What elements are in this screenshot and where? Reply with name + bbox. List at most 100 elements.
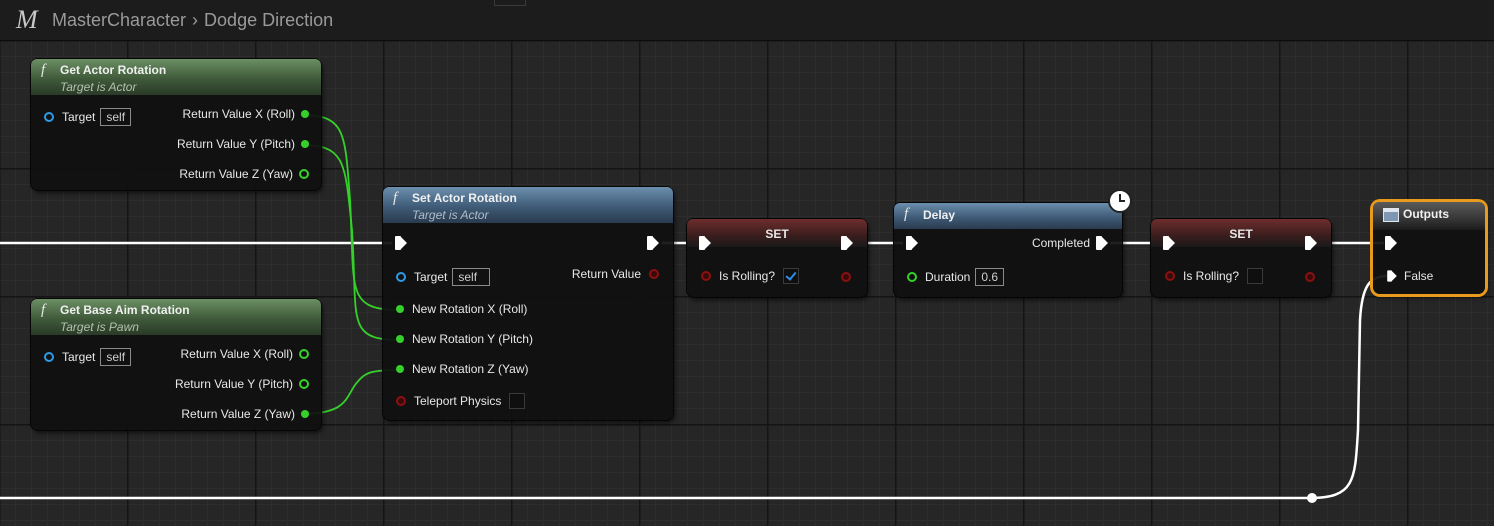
pin-label: False: [1404, 269, 1434, 283]
pin-label: New Rotation Y (Pitch): [412, 332, 533, 346]
clock-icon: [1108, 189, 1132, 213]
pin-label: Return Value Z (Yaw): [179, 167, 293, 181]
function-icon: f: [41, 302, 46, 318]
bool-pin-icon[interactable]: [701, 271, 711, 281]
pin-label: Is Rolling?: [719, 269, 776, 283]
node-header: f Get Actor Rotation Target is Actor: [31, 59, 321, 95]
node-delay[interactable]: f Delay Completed Duration 0.6: [894, 189, 1132, 297]
pin-label: Is Rolling?: [1183, 269, 1240, 283]
float-pin-icon[interactable]: [907, 272, 917, 282]
node-outputs[interactable]: Outputs False: [1373, 202, 1485, 294]
pin-row-is-rolling: Is Rolling?: [701, 266, 800, 286]
exec-in-pin-icon[interactable]: [906, 236, 918, 250]
pin-label: New Rotation Z (Yaw): [412, 362, 529, 376]
float-pin-icon[interactable]: [396, 335, 404, 343]
pin-row-duration: Duration 0.6: [907, 267, 1005, 287]
duration-value[interactable]: 0.6: [975, 268, 1005, 286]
pin-label: Return Value X (Roll): [182, 107, 296, 121]
pin-label: New Rotation X (Roll): [412, 302, 528, 316]
node-title: Set Actor Rotation: [412, 191, 517, 205]
pin-label: Return Value Z (Yaw): [181, 407, 295, 421]
float-pin-icon[interactable]: [396, 305, 404, 313]
pin-row-teleport: Teleport Physics: [396, 391, 526, 411]
exec-out-pin-icon[interactable]: [1305, 236, 1317, 250]
pin-row-pitch: Return Value Y (Pitch): [175, 374, 309, 394]
node-title: SET: [765, 227, 789, 241]
pin-label: Return Value Y (Pitch): [176, 137, 295, 151]
target-value[interactable]: self: [100, 108, 132, 126]
node-subtitle: Target is Actor: [412, 208, 489, 222]
function-icon: f: [41, 62, 46, 78]
pin-row-yaw: Return Value Z (Yaw): [179, 164, 309, 184]
object-pin-icon[interactable]: [396, 272, 406, 282]
pin-row-completed: Completed: [1032, 233, 1108, 253]
node-header: f Delay: [894, 203, 1122, 229]
pin-row-yaw: Return Value Z (Yaw): [181, 404, 309, 424]
reroute-knot: [1307, 493, 1317, 503]
pin-row-pitch: Return Value Y (Pitch): [177, 134, 309, 154]
float-pin-icon[interactable]: [299, 349, 309, 359]
pin-row-new-yaw: New Rotation Z (Yaw): [396, 359, 528, 379]
node-get-base-aim-rotation[interactable]: f Get Base Aim Rotation Target is Pawn T…: [31, 299, 321, 430]
bool-pin-icon[interactable]: [396, 396, 406, 406]
pin-label: Target: [62, 110, 96, 124]
node-header: f Get Base Aim Rotation Target is Pawn: [31, 299, 321, 335]
object-pin-icon[interactable]: [44, 352, 54, 362]
node-title: SET: [1229, 227, 1253, 241]
pin-row-target: Target self: [44, 347, 132, 367]
node-title: Get Base Aim Rotation: [60, 303, 190, 317]
pin-row-new-pitch: New Rotation Y (Pitch): [396, 329, 533, 349]
is-rolling-checkbox[interactable]: [1247, 268, 1264, 284]
target-value[interactable]: self: [452, 268, 491, 286]
is-rolling-checkbox[interactable]: [783, 268, 800, 284]
pin-row-target: Target self: [44, 107, 132, 127]
exec-out-pin-icon[interactable]: [647, 236, 659, 250]
bool-pin-icon[interactable]: [1165, 271, 1175, 281]
bool-pin-icon[interactable]: [649, 269, 659, 279]
exec-out-pin-icon[interactable]: [1096, 236, 1108, 250]
pin-label: Teleport Physics: [414, 394, 502, 408]
bool-in-pin-icon[interactable]: [1387, 270, 1397, 282]
pin-label: Target: [62, 350, 96, 364]
pin-row-return: Return Value: [572, 264, 659, 284]
target-value[interactable]: self: [100, 348, 132, 366]
float-pin-icon[interactable]: [299, 379, 309, 389]
node-subtitle: Target is Actor: [60, 80, 137, 94]
node-set-is-rolling-true[interactable]: SET Is Rolling?: [687, 219, 867, 297]
node-set-actor-rotation[interactable]: f Set Actor Rotation Target is Actor Tar…: [383, 187, 673, 420]
pin-label: Return Value Y (Pitch): [174, 377, 293, 391]
node-set-is-rolling-false[interactable]: SET Is Rolling?: [1151, 219, 1331, 297]
exec-out-pin-icon[interactable]: [841, 236, 853, 250]
node-title: Delay: [923, 208, 956, 222]
object-pin-icon[interactable]: [44, 112, 54, 122]
node-get-actor-rotation[interactable]: f Get Actor Rotation Target is Actor Tar…: [31, 59, 321, 190]
float-pin-icon[interactable]: [299, 169, 309, 179]
exec-in-pin-icon[interactable]: [395, 236, 407, 250]
pin-row-target: Target self: [396, 267, 491, 287]
function-icon: f: [393, 190, 398, 206]
bool-out-pin-icon[interactable]: [841, 272, 851, 282]
pin-row-is-rolling: Is Rolling?: [1165, 266, 1264, 286]
node-header: f Set Actor Rotation Target is Actor: [383, 187, 673, 223]
pin-label: Target: [414, 270, 448, 284]
float-pin-icon[interactable]: [301, 140, 309, 148]
window-icon: [1383, 208, 1399, 222]
node-title: Outputs: [1403, 207, 1449, 221]
pin-row-false: False: [1386, 266, 1433, 286]
exec-in-pin-icon[interactable]: [1385, 236, 1397, 250]
exec-in-pin-icon[interactable]: [1163, 236, 1175, 250]
float-pin-icon[interactable]: [396, 365, 404, 373]
node-header: SET: [687, 219, 867, 247]
pin-row-new-roll: New Rotation X (Roll): [396, 299, 527, 319]
node-header: Outputs: [1373, 202, 1485, 230]
node-subtitle: Target is Pawn: [60, 320, 139, 334]
pin-label: Return Value: [571, 267, 641, 281]
bool-out-pin-icon[interactable]: [1305, 272, 1315, 282]
float-pin-icon[interactable]: [301, 110, 309, 118]
teleport-physics-checkbox[interactable]: [509, 393, 526, 409]
function-icon: f: [904, 206, 909, 222]
float-pin-icon[interactable]: [301, 410, 309, 418]
exec-in-pin-icon[interactable]: [699, 236, 711, 250]
pin-row-roll: Return Value X (Roll): [182, 104, 309, 124]
pin-row-roll: Return Value X (Roll): [181, 344, 309, 364]
